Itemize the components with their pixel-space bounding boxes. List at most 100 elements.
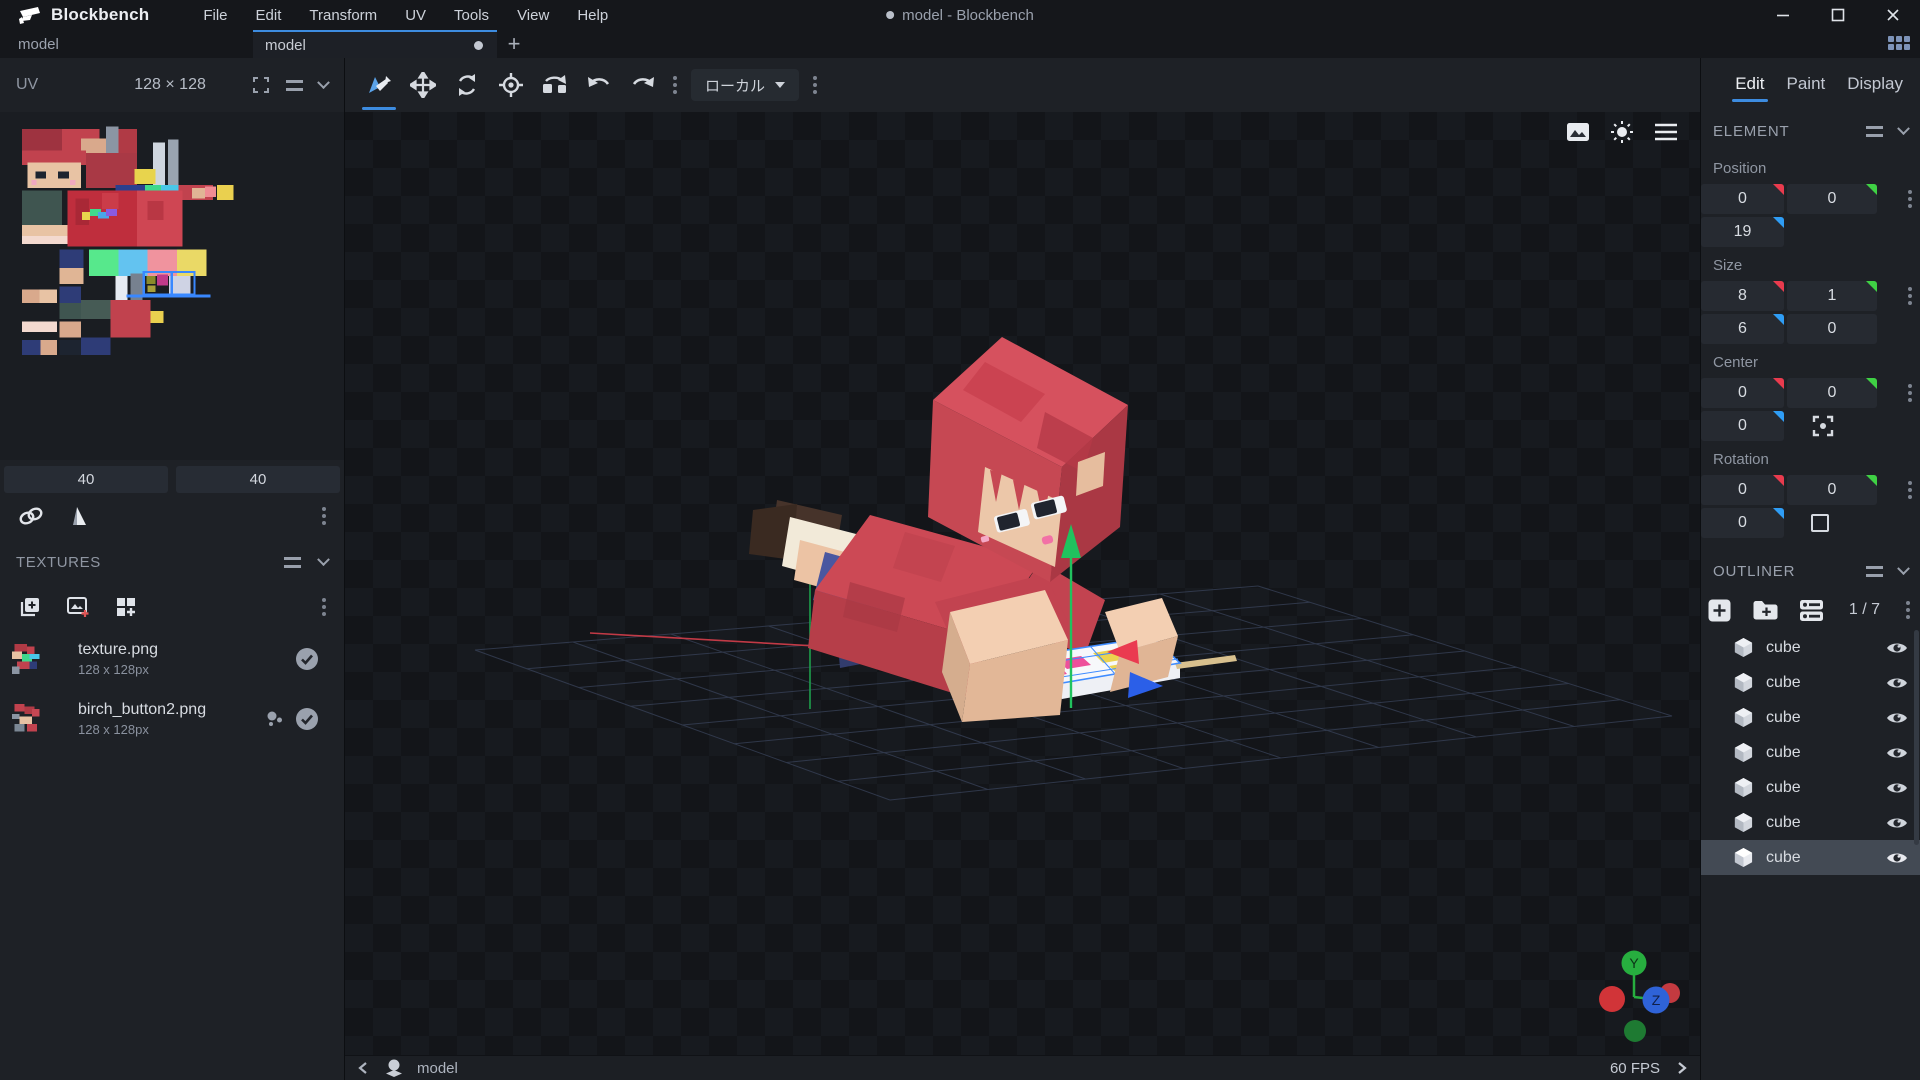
center-options-icon[interactable] <box>1908 391 1912 395</box>
model-root-icon[interactable] <box>383 1058 405 1078</box>
panel-menu-icon[interactable] <box>286 80 303 91</box>
rotation-y-field[interactable]: 0 <box>1787 475 1877 505</box>
visibility-eye-icon[interactable] <box>1886 710 1908 726</box>
new-tab-button[interactable]: + <box>497 30 531 58</box>
textures-menu-icon[interactable] <box>284 557 301 568</box>
redo-button[interactable] <box>621 58 665 112</box>
visibility-eye-icon[interactable] <box>1886 675 1908 691</box>
vertex-snap-tool-button[interactable] <box>533 58 577 112</box>
visibility-eye-icon[interactable] <box>1886 745 1908 761</box>
transform-space-dropdown[interactable]: ローカル <box>691 69 799 101</box>
background-image-icon[interactable] <box>1566 122 1590 142</box>
texture-item-texture-png[interactable]: texture.png 128 x 128px <box>0 629 344 689</box>
import-texture-icon[interactable] <box>18 595 42 619</box>
fullscreen-icon[interactable] <box>252 76 270 94</box>
menu-edit[interactable]: Edit <box>242 3 296 28</box>
tab-model[interactable]: model <box>253 30 497 58</box>
move-tool-button[interactable] <box>401 58 445 112</box>
outliner-row-cube-7-selected[interactable]: cube <box>1701 840 1920 875</box>
outliner-row-cube-2[interactable]: cube <box>1701 665 1920 700</box>
texture-thumbnail <box>12 644 42 674</box>
center-z-field[interactable]: 0 <box>1701 411 1784 441</box>
link-uv-icon[interactable] <box>18 505 44 527</box>
menu-tools[interactable]: Tools <box>440 3 503 28</box>
center-x-field[interactable]: 0 <box>1701 378 1784 408</box>
menu-uv[interactable]: UV <box>391 3 440 28</box>
menu-transform[interactable]: Transform <box>295 3 391 28</box>
menu-help[interactable]: Help <box>563 3 622 28</box>
minimize-button[interactable] <box>1755 0 1810 30</box>
size-z-field[interactable]: 6 <box>1701 314 1784 344</box>
transform-tool-button[interactable] <box>357 58 401 112</box>
size-y-field[interactable]: 1 <box>1787 281 1877 311</box>
main-toolbar: ローカル <box>345 58 1700 112</box>
close-button[interactable] <box>1865 0 1920 30</box>
uv-height-input[interactable]: 40 <box>176 466 340 493</box>
uv-editor-canvas[interactable] <box>0 112 344 460</box>
outliner-row-cube-6[interactable]: cube <box>1701 805 1920 840</box>
3d-viewport[interactable]: Z Y <box>345 112 1700 1055</box>
uv-more-options-icon[interactable] <box>322 514 326 518</box>
status-model-label[interactable]: model <box>417 1060 458 1077</box>
toolbar-more-icon-2[interactable] <box>813 83 817 87</box>
apps-grid-icon[interactable] <box>1888 36 1912 53</box>
toolbar-more-icon[interactable] <box>673 83 677 87</box>
rotate-tool-button[interactable] <box>445 58 489 112</box>
tab-paint[interactable]: Paint <box>1778 68 1835 102</box>
outliner-scrollbar[interactable] <box>1914 630 1919 845</box>
add-group-icon[interactable] <box>1752 599 1779 621</box>
next-chevron-icon[interactable] <box>1676 1061 1688 1075</box>
maximize-button[interactable] <box>1810 0 1865 30</box>
position-z-field[interactable]: 19 <box>1701 217 1784 247</box>
menu-file[interactable]: File <box>189 3 241 28</box>
particle-texture-icon[interactable] <box>264 708 286 730</box>
outliner-more-options-icon[interactable] <box>1906 608 1910 612</box>
element-collapse-icon[interactable] <box>1897 122 1910 135</box>
undo-button[interactable] <box>577 58 621 112</box>
textures-collapse-icon[interactable] <box>317 553 330 566</box>
center-pivot-icon[interactable] <box>1811 414 1835 438</box>
tab-edit[interactable]: Edit <box>1726 68 1773 102</box>
outliner-row-cube-1[interactable]: cube <box>1701 630 1920 665</box>
visibility-eye-icon[interactable] <box>1886 780 1908 796</box>
texture-assigned-check-icon[interactable] <box>294 646 320 672</box>
textures-more-options-icon[interactable] <box>322 605 326 609</box>
visibility-eye-icon[interactable] <box>1886 640 1908 656</box>
lighting-sun-icon[interactable] <box>1610 120 1634 144</box>
outliner-menu-icon[interactable] <box>1866 566 1883 577</box>
size-label: Size <box>1701 247 1920 278</box>
prev-chevron-icon[interactable] <box>357 1061 369 1075</box>
size-x-field[interactable]: 8 <box>1701 281 1784 311</box>
texture-item-birch-button2-png[interactable]: birch_button2.png 128 x 128px <box>0 689 344 749</box>
visibility-eye-icon[interactable] <box>1886 815 1908 831</box>
pivot-tool-button[interactable] <box>489 58 533 112</box>
center-y-field[interactable]: 0 <box>1787 378 1877 408</box>
viewport-menu-icon[interactable] <box>1654 123 1678 141</box>
outliner-row-cube-4[interactable]: cube <box>1701 735 1920 770</box>
tab-display[interactable]: Display <box>1838 68 1912 102</box>
outliner-row-cube-3[interactable]: cube <box>1701 700 1920 735</box>
collapse-panel-icon[interactable] <box>317 76 330 89</box>
size-options-icon[interactable] <box>1908 294 1912 298</box>
menu-view[interactable]: View <box>503 3 563 28</box>
outliner-collapse-icon[interactable] <box>1897 562 1910 575</box>
toggle-list-view-icon[interactable] <box>1799 599 1824 622</box>
position-x-field[interactable]: 0 <box>1701 184 1784 214</box>
create-texture-icon[interactable] <box>66 596 90 618</box>
visibility-eye-icon[interactable] <box>1886 850 1908 866</box>
position-options-icon[interactable] <box>1908 197 1912 201</box>
texture-template-icon[interactable] <box>114 595 138 619</box>
rotation-z-field[interactable]: 0 <box>1701 508 1784 538</box>
element-menu-icon[interactable] <box>1866 126 1883 137</box>
outliner-row-cube-5[interactable]: cube <box>1701 770 1920 805</box>
view-orientation-gizmo[interactable]: Z Y <box>1582 941 1686 1045</box>
mirror-uv-icon[interactable] <box>66 506 88 526</box>
texture-assigned-check-icon[interactable] <box>294 706 320 732</box>
rescale-checkbox[interactable] <box>1811 514 1829 532</box>
add-cube-icon[interactable] <box>1707 598 1732 623</box>
inflate-field[interactable]: 0 <box>1787 314 1877 344</box>
uv-width-input[interactable]: 40 <box>4 466 168 493</box>
rotation-x-field[interactable]: 0 <box>1701 475 1784 505</box>
position-y-field[interactable]: 0 <box>1787 184 1877 214</box>
rotation-options-icon[interactable] <box>1908 488 1912 492</box>
